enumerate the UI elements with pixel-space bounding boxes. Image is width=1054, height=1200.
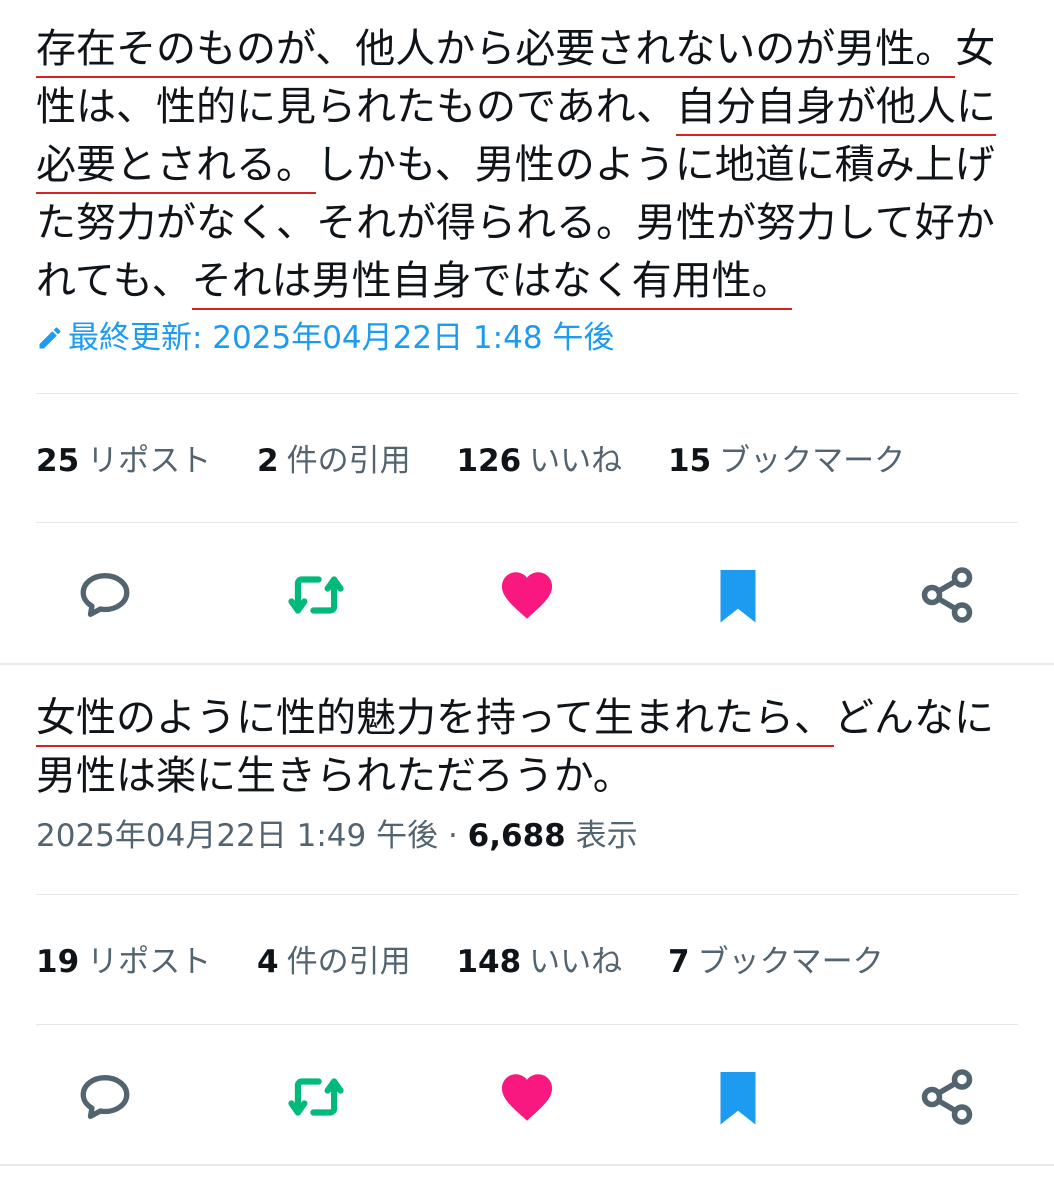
quotes-count: 2 [257, 443, 279, 479]
tweet-text-line: れても、それは男性自身ではなく有用性。 [36, 252, 1026, 310]
bookmarks-stat[interactable]: 15 ブックマーク [668, 441, 905, 481]
reposts-stat[interactable]: 25 リポスト [36, 441, 211, 481]
tweet-2: 女性のように性的魅力を持って生まれたら、どんなに 男性は楽に生きられただろうか。… [0, 664, 1054, 1200]
bookmarks-label: ブックマーク [697, 944, 884, 980]
action-bar [0, 1062, 1054, 1132]
tweet-text-line: 存在そのものが、他人から必要されないのが男性。女 [36, 20, 1026, 78]
bookmarks-count: 7 [668, 944, 690, 980]
dot-separator: · [438, 818, 468, 854]
divider [36, 393, 1018, 394]
like-icon [501, 1074, 553, 1121]
retweet-icon [288, 1078, 344, 1116]
likes-stat[interactable]: 148 いいね [456, 942, 622, 982]
like-button[interactable] [492, 560, 562, 630]
likes-count: 126 [456, 443, 522, 479]
retweet-icon [288, 576, 344, 614]
text-segment: どんなに [834, 695, 994, 741]
quotes-stat[interactable]: 4 件の引用 [257, 942, 411, 982]
reposts-label: リポスト [87, 443, 212, 479]
quotes-count: 4 [257, 944, 279, 980]
bookmark-button[interactable] [703, 560, 773, 630]
text-segment: しかも、男性のように地道に積み上げ [316, 142, 995, 188]
reply-button[interactable] [70, 1062, 140, 1132]
bookmarks-count: 15 [668, 443, 712, 479]
divider [36, 1024, 1018, 1025]
reply-icon [80, 573, 130, 617]
retweet-button[interactable] [281, 1062, 351, 1132]
likes-stat[interactable]: 126 いいね [456, 441, 622, 481]
underlined-segment: 存在そのものが、他人から必要されないのが男性。 [36, 26, 956, 78]
reposts-label: リポスト [87, 944, 212, 980]
tweet-timestamp[interactable]: 2025年04月22日 1:49 午後 · 6,688 表示 [36, 816, 638, 856]
tweet-1: 存在そのものが、他人から必要されないのが男性。女 性は、性的に見られたものであれ… [0, 0, 1054, 665]
underlined-segment: それは男性自身ではなく有用性。 [191, 258, 792, 310]
share-icon [921, 567, 973, 623]
underlined-segment: 自分自身が他人に [676, 84, 996, 136]
likes-label: いいね [529, 944, 623, 980]
reply-icon [80, 1075, 130, 1119]
bookmark-icon [720, 1072, 756, 1125]
likes-label: いいね [529, 443, 623, 479]
text-segment: 性は、性的に見られたものであれ、 [36, 84, 676, 130]
edited-label: 最終更新: 2025年04月22日 1:48 午後 [68, 320, 615, 356]
divider [36, 894, 1018, 895]
text-segment: れても、 [36, 258, 192, 304]
bookmark-icon [720, 570, 756, 623]
pencil-icon [36, 320, 68, 356]
edited-timestamp-link[interactable]: 最終更新: 2025年04月22日 1:48 午後 [36, 318, 614, 358]
text-segment: た努力がなく、それが得られる。男性が努力して好か [36, 200, 995, 246]
tweet-text-line: 男性は楽に生きられただろうか。 [36, 747, 1026, 805]
bookmark-button[interactable] [703, 1062, 773, 1132]
share-button[interactable] [912, 560, 982, 630]
share-button[interactable] [912, 1062, 982, 1132]
bookmarks-label: ブックマーク [719, 443, 906, 479]
tweet-separator [0, 1164, 1054, 1166]
divider [36, 522, 1018, 523]
quotes-label: 件の引用 [286, 944, 411, 980]
timestamp-text: 2025年04月22日 1:49 午後 [36, 818, 439, 854]
views-label: 表示 [575, 818, 638, 854]
tweet-text-line: 必要とされる。しかも、男性のように地道に積み上げ [36, 136, 1026, 194]
text-segment: 女 [955, 26, 996, 72]
tweet-text-line: 女性のように性的魅力を持って生まれたら、どんなに [36, 689, 1026, 747]
quotes-stat[interactable]: 2 件の引用 [257, 441, 411, 481]
underlined-segment: 必要とされる。 [36, 142, 316, 194]
reply-button[interactable] [70, 560, 140, 630]
tweet-text-line: 性は、性的に見られたものであれ、自分自身が他人に [36, 78, 1026, 136]
tweet-text: 女性のように性的魅力を持って生まれたら、どんなに 男性は楽に生きられただろうか。 [36, 689, 1026, 805]
quotes-label: 件の引用 [286, 443, 411, 479]
reposts-stat[interactable]: 19 リポスト [36, 942, 211, 982]
tweet-text: 存在そのものが、他人から必要されないのが男性。女 性は、性的に見られたものであれ… [36, 20, 1026, 310]
likes-count: 148 [456, 944, 522, 980]
underlined-segment: 女性のように性的魅力を持って生まれたら、 [36, 695, 834, 747]
action-bar [0, 560, 1054, 630]
views-count: 6,688 [467, 818, 566, 854]
like-button[interactable] [492, 1062, 562, 1132]
share-icon [921, 1069, 973, 1125]
retweet-button[interactable] [281, 560, 351, 630]
tweet-stats: 19 リポスト 4 件の引用 148 いいね 7 ブックマーク [36, 942, 920, 982]
bookmarks-stat[interactable]: 7 ブックマーク [668, 942, 884, 982]
tweet-text-line: た努力がなく、それが得られる。男性が努力して好か [36, 194, 1026, 252]
tweet-stats: 25 リポスト 2 件の引用 126 いいね 15 ブックマーク [36, 441, 941, 481]
like-icon [501, 572, 553, 619]
reposts-count: 25 [36, 443, 80, 479]
text-segment: 男性は楽に生きられただろうか。 [36, 753, 633, 799]
reposts-count: 19 [36, 944, 80, 980]
